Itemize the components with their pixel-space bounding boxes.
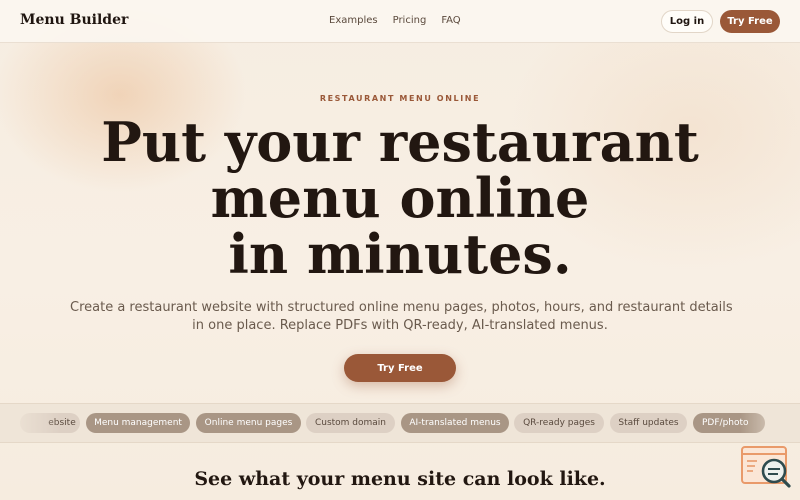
- hero-eyebrow: RESTAURANT MENU ONLINE: [319, 94, 481, 103]
- feature-chip: Online menu pages: [196, 413, 301, 433]
- top-navbar: Menu Builder Examples Pricing FAQ Log in…: [0, 0, 800, 43]
- marquee-fade-left: [0, 404, 60, 442]
- headline-line-2: menu online: [210, 166, 590, 230]
- hero-description: Create a restaurant website with structu…: [70, 299, 733, 335]
- preview-section-title: See what your menu site can look like.: [194, 468, 606, 490]
- nav-faq-link[interactable]: FAQ: [441, 15, 460, 26]
- feature-marquee: ebsite Menu management Online menu pages…: [0, 403, 800, 443]
- headline-line-1: Put your restaurant: [101, 110, 699, 174]
- feature-chip: Custom domain: [306, 413, 395, 433]
- hero-headline: Put your restaurant menu online in minut…: [0, 114, 800, 282]
- nav-pricing-link[interactable]: Pricing: [393, 15, 427, 26]
- feature-chip: Staff updates: [610, 413, 687, 433]
- headline-line-3: in minutes.: [228, 222, 572, 286]
- site-logo[interactable]: Menu Builder: [20, 12, 128, 28]
- main-nav: Examples Pricing FAQ: [329, 15, 461, 26]
- try-free-header-button[interactable]: Try Free: [720, 10, 780, 33]
- feature-chip: AI-translated menus: [401, 413, 509, 433]
- try-free-hero-button[interactable]: Try Free: [344, 354, 456, 382]
- hero-description-line-2: in one place. Replace PDFs with QR-ready…: [192, 318, 608, 333]
- login-button[interactable]: Log in: [661, 10, 713, 33]
- hero-description-line-1: Create a restaurant website with structu…: [70, 300, 733, 315]
- search-window-icon[interactable]: [740, 445, 792, 489]
- nav-examples-link[interactable]: Examples: [329, 15, 378, 26]
- feature-chip: Menu management: [86, 413, 190, 433]
- feature-chip-row: ebsite Menu management Online menu pages…: [0, 413, 800, 433]
- marquee-fade-right: [740, 404, 800, 442]
- feature-chip: QR-ready pages: [514, 413, 604, 433]
